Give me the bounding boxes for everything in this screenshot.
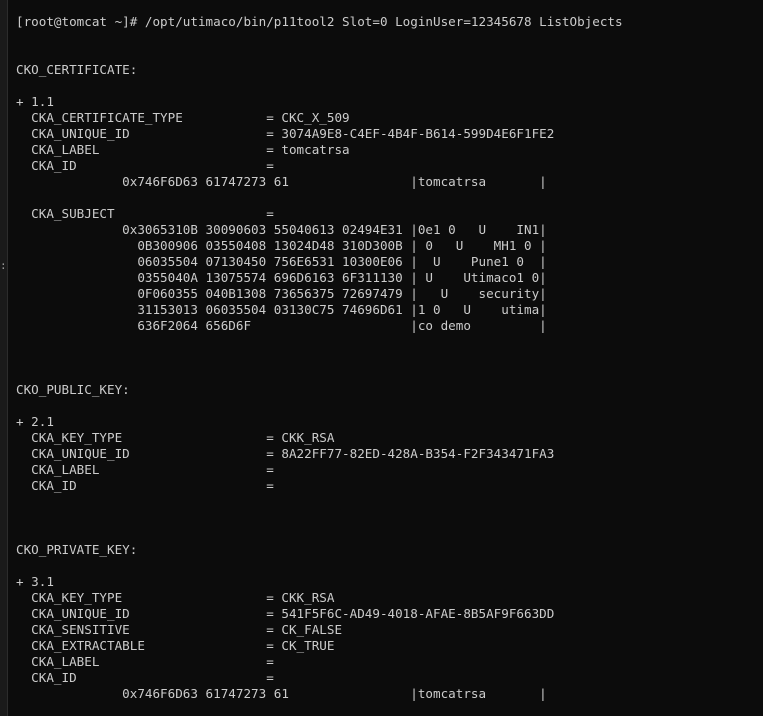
terminal-line: 0B300906 03550408 13024D48 310D300B | 0 … [16, 238, 547, 253]
terminal-line: 0F060355 040B1308 73656375 72697479 | U … [16, 286, 547, 301]
terminal-line: CKO_CERTIFICATE: [16, 62, 138, 77]
terminal-line: + 3.1 [16, 574, 54, 589]
edge-marker: : [0, 259, 7, 272]
terminal-line: CKA_KEY_TYPE = CKK_RSA [16, 590, 335, 605]
terminal-left-edge: : [0, 0, 8, 716]
terminal-line: 636F2064 656D6F |co demo | [16, 318, 547, 333]
terminal-line: CKO_PUBLIC_KEY: [16, 382, 130, 397]
terminal-line: CKA_KEY_TYPE = CKK_RSA [16, 430, 335, 445]
terminal-line: CKA_SUBJECT = [16, 206, 274, 221]
terminal-line: CKA_CERTIFICATE_TYPE = CKC_X_509 [16, 110, 350, 125]
terminal-line: [root@tomcat ~]# /opt/utimaco/bin/p11too… [16, 14, 623, 29]
terminal-line: 31153013 06035504 03130C75 74696D61 |1 0… [16, 302, 547, 317]
terminal-output: [root@tomcat ~]# /opt/utimaco/bin/p11too… [16, 14, 623, 702]
terminal-line: 0x746F6D63 61747273 61 |tomcatrsa | [16, 174, 547, 189]
terminal-line: CKA_LABEL = tomcatrsa [16, 142, 350, 157]
terminal-line: CKA_UNIQUE_ID = 3074A9E8-C4EF-4B4F-B614-… [16, 126, 555, 141]
terminal-window[interactable]: [root@tomcat ~]# /opt/utimaco/bin/p11too… [8, 0, 763, 716]
terminal-line: + 2.1 [16, 414, 54, 429]
terminal-line: CKA_ID = [16, 670, 274, 685]
terminal-line: 0355040A 13075574 696D6163 6F311130 | U … [16, 270, 547, 285]
terminal-line: + 1.1 [16, 94, 54, 109]
terminal-line: 0x3065310B 30090603 55040613 02494E31 |0… [16, 222, 547, 237]
terminal-line: CKO_PRIVATE_KEY: [16, 542, 138, 557]
terminal-line: CKA_LABEL = [16, 462, 274, 477]
terminal-line: 06035504 07130450 756E6531 10300E06 | U … [16, 254, 547, 269]
terminal-line: CKA_EXTRACTABLE = CK_TRUE [16, 638, 335, 653]
terminal-line: CKA_UNIQUE_ID = 541F5F6C-AD49-4018-AFAE-… [16, 606, 555, 621]
terminal-line: CKA_LABEL = [16, 654, 274, 669]
terminal-line: CKA_UNIQUE_ID = 8A22FF77-82ED-428A-B354-… [16, 446, 555, 461]
terminal-line: 0x746F6D63 61747273 61 |tomcatrsa | [16, 686, 547, 701]
terminal-line: CKA_ID = [16, 158, 274, 173]
terminal-line: CKA_SENSITIVE = CK_FALSE [16, 622, 343, 637]
terminal-line: CKA_ID = [16, 478, 274, 493]
